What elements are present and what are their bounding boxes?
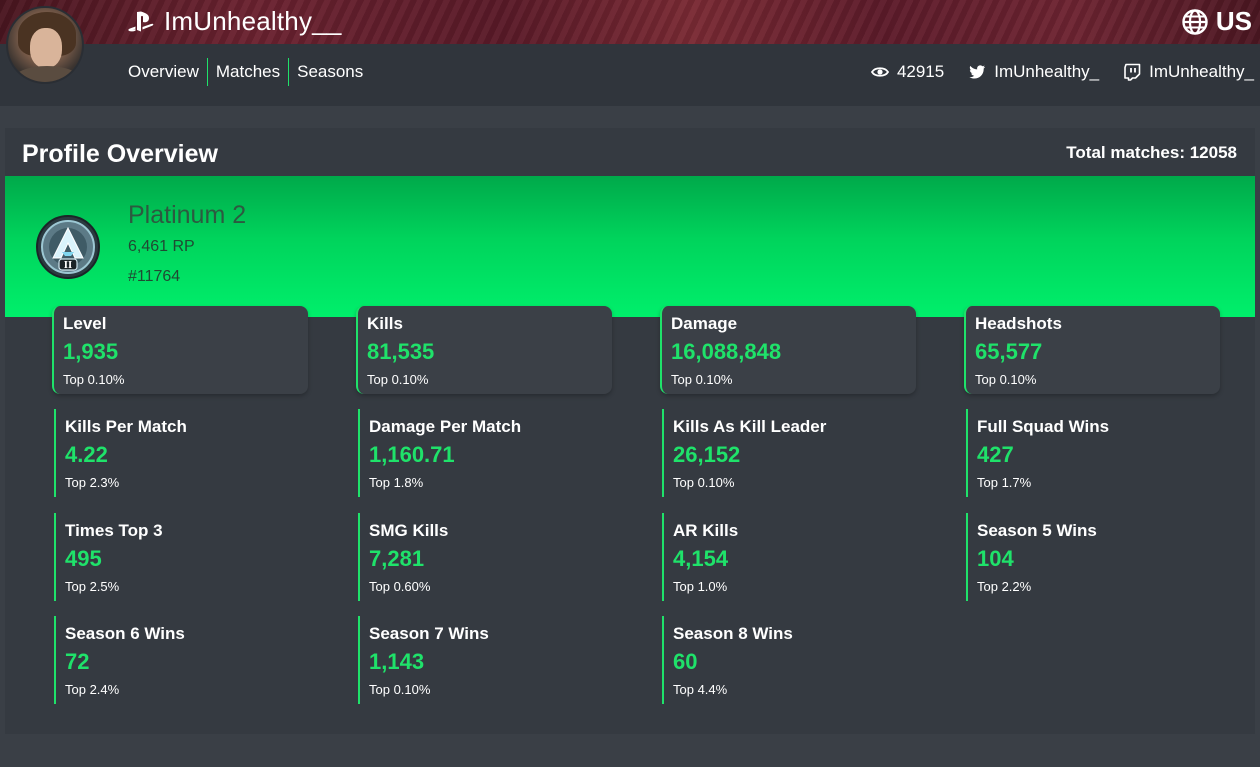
stat-rank: Top 2.3% [65, 475, 120, 490]
stat-value: 4,154 [673, 546, 729, 571]
stat-rank: Top 1.0% [673, 579, 728, 594]
twitter-link[interactable]: ImUnhealthy_ [968, 62, 1099, 82]
twitch-link[interactable]: ImUnhealthy_ [1123, 62, 1254, 82]
rank-points: 6,461 RP [128, 238, 195, 255]
stat-label: Season 8 Wins [673, 624, 793, 643]
stat-rank: Top 0.60% [369, 579, 431, 594]
rank-position: #11764 [128, 268, 181, 285]
stat-label: Full Squad Wins [977, 417, 1110, 436]
stat-rank: Top 1.7% [977, 475, 1032, 490]
stat-kills-per-match: Kills Per Match 4.22 Top 2.3% [54, 409, 310, 497]
stat-label: Season 7 Wins [369, 624, 489, 643]
stat-label: Kills As Kill Leader [673, 417, 827, 436]
rank-badge-icon: II [36, 215, 100, 279]
stat-kills: Kills 81,535 Top 0.10% [356, 306, 612, 394]
stat-rank: Top 0.10% [671, 372, 733, 387]
stat-value: 104 [977, 546, 1014, 571]
stat-label: Times Top 3 [65, 521, 163, 540]
stat-value: 1,143 [369, 649, 425, 674]
stat-season-6-wins: Season 6 Wins 72 Top 2.4% [54, 616, 310, 704]
social-bar: 42915 ImUnhealthy_ ImUnhealthy_ [870, 62, 1254, 82]
stat-rank: Top 2.5% [65, 579, 120, 594]
stat-value: 4.22 [65, 442, 108, 467]
svg-text:II: II [64, 261, 72, 271]
stat-value: 60 [673, 649, 698, 674]
twitter-handle: ImUnhealthy_ [994, 62, 1100, 81]
stat-headshots: Headshots 65,577 Top 0.10% [964, 306, 1220, 394]
stat-label: Kills Per Match [65, 417, 187, 436]
stat-rank: Top 0.10% [369, 682, 431, 697]
profile-nav: Overview Matches Seasons [128, 58, 371, 86]
region-label: US [1215, 6, 1252, 36]
stat-rank: Top 0.10% [975, 372, 1037, 387]
profile-overview-panel: Profile Overview Total matches: 12058 II… [5, 128, 1255, 734]
stat-ar-kills: AR Kills 4,154 Top 1.0% [662, 513, 918, 601]
stat-value: 1,160.71 [369, 442, 455, 467]
globe-icon [1182, 8, 1208, 35]
stat-label: Damage Per Match [369, 417, 522, 436]
stat-rank: Top 0.10% [63, 372, 125, 387]
stat-value: 495 [65, 546, 102, 571]
stat-season-7-wins: Season 7 Wins 1,143 Top 0.10% [358, 616, 614, 704]
stat-season-5-wins: Season 5 Wins 104 Top 2.2% [966, 513, 1222, 601]
rank-name: Platinum 2 [128, 201, 247, 229]
view-count-value: 42915 [896, 62, 945, 81]
tab-matches[interactable]: Matches [208, 58, 288, 86]
stat-value: 1,935 [63, 339, 119, 364]
stat-kills-as-kill-leader: Kills As Kill Leader 26,152 Top 0.10% [662, 409, 918, 497]
stat-rank: Top 0.10% [367, 372, 429, 387]
stat-level: Level 1,935 Top 0.10% [52, 306, 308, 394]
stat-label: AR Kills [673, 521, 739, 540]
stat-rank: Top 0.10% [673, 475, 735, 490]
stat-label: Season 6 Wins [65, 624, 185, 643]
twitter-icon [969, 65, 986, 79]
stat-times-top-3: Times Top 3 495 Top 2.5% [54, 513, 310, 601]
view-count: 42915 [870, 62, 945, 82]
username: ImUnhealthy__ [164, 6, 342, 36]
eye-icon [870, 67, 889, 77]
stat-label: Level [63, 314, 107, 333]
stat-smg-kills: SMG Kills 7,281 Top 0.60% [358, 513, 614, 601]
avatar[interactable] [6, 6, 84, 84]
stat-label: Season 5 Wins [977, 521, 1097, 540]
stat-full-squad-wins: Full Squad Wins 427 Top 1.7% [966, 409, 1222, 497]
stat-value: 72 [65, 649, 90, 674]
stat-rank: Top 1.8% [369, 475, 424, 490]
stat-season-8-wins: Season 8 Wins 60 Top 4.4% [662, 616, 918, 704]
stat-label: Kills [367, 314, 403, 333]
total-matches: Total matches: 12058 [1066, 143, 1237, 162]
stat-rank: Top 2.4% [65, 682, 120, 697]
stat-rank: Top 2.2% [977, 579, 1032, 594]
stat-value: 81,535 [367, 339, 435, 364]
tab-overview[interactable]: Overview [128, 58, 207, 86]
stat-value: 16,088,848 [671, 339, 782, 364]
stat-label: Damage [671, 314, 738, 333]
stat-label: Headshots [975, 314, 1062, 333]
tab-seasons[interactable]: Seasons [289, 58, 371, 86]
stat-label: SMG Kills [369, 521, 449, 540]
stat-damage: Damage 16,088,848 Top 0.10% [660, 306, 916, 394]
stat-value: 7,281 [369, 546, 425, 571]
page-title: Profile Overview [22, 140, 218, 168]
stat-value: 427 [977, 442, 1014, 467]
stat-rank: Top 4.4% [673, 682, 728, 697]
region-selector[interactable]: US [1182, 6, 1252, 37]
stat-value: 26,152 [673, 442, 741, 467]
twitch-icon [1124, 63, 1141, 81]
playstation-icon [128, 11, 154, 32]
stat-value: 65,577 [975, 339, 1043, 364]
twitch-handle: ImUnhealthy_ [1149, 62, 1254, 81]
rank-banner: II Platinum 2 6,461 RP #11764 [5, 176, 1255, 317]
stat-damage-per-match: Damage Per Match 1,160.71 Top 1.8% [358, 409, 614, 497]
